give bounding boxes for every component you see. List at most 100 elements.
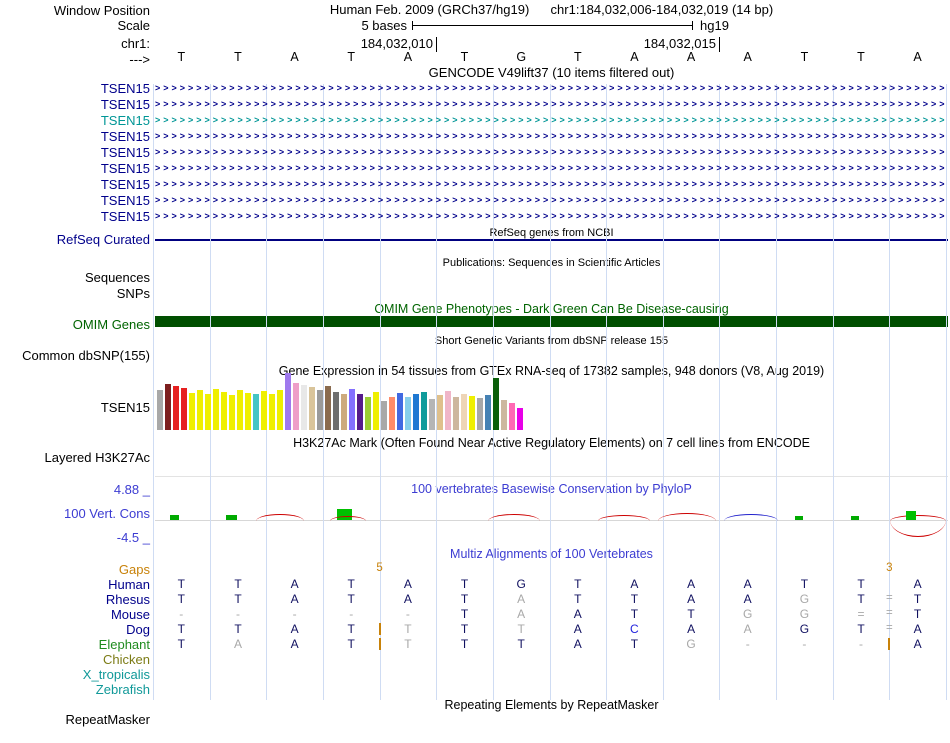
alignment-base: T — [913, 592, 922, 606]
gtex-tissue-bar — [477, 398, 483, 430]
gtex-tissue-bar — [309, 387, 315, 430]
repeatmasker-label[interactable]: RepeatMasker — [0, 712, 150, 727]
gencode-transcript-label[interactable]: TSEN15 — [0, 97, 150, 112]
gencode-transcript-item[interactable]: >>>>>>>>>>>>>>>>>>>>>>>>>>>>>>>>>>>>>>>>… — [155, 131, 948, 141]
alignment-base: - — [236, 607, 240, 621]
gtex-tissue-bar — [421, 392, 427, 430]
phylop-positive-bar — [795, 516, 803, 520]
gtex-tissue-bar — [437, 395, 443, 430]
alignment-base: T — [913, 607, 922, 621]
refseq-curated-label[interactable]: RefSeq Curated — [0, 232, 150, 247]
gencode-transcript-label[interactable]: TSEN15 — [0, 81, 150, 96]
alignment-base: A — [913, 637, 922, 651]
gtex-tissue-bar — [509, 403, 515, 430]
alignment-base: T — [517, 622, 525, 636]
assembly-title: Human Feb. 2009 (GRCh37/hg19) — [329, 2, 530, 17]
gtex-tissue-bar — [221, 392, 227, 430]
multiz-species-label[interactable]: Zebrafish — [0, 682, 150, 697]
gtex-tissue-bar — [181, 388, 187, 430]
gtex-tissue-bar — [453, 397, 459, 430]
base-letter: A — [630, 50, 639, 64]
insertion-marker — [378, 623, 381, 635]
alignment-base: T — [460, 637, 469, 651]
alignment-base: C — [630, 622, 639, 636]
gencode-transcript-item[interactable]: >>>>>>>>>>>>>>>>>>>>>>>>>>>>>>>>>>>>>>>>… — [155, 147, 948, 157]
phylop-title: 100 vertebrates Basewise Conservation by… — [411, 482, 692, 496]
gtex-tissue-bar — [461, 394, 467, 430]
gencode-transcript-item[interactable]: >>>>>>>>>>>>>>>>>>>>>>>>>>>>>>>>>>>>>>>>… — [155, 115, 948, 125]
base-gridline — [662, 84, 664, 700]
multiz-species-label[interactable]: Human — [0, 577, 150, 592]
alignment-base: A — [687, 622, 696, 636]
alignment-base: - — [405, 607, 410, 621]
gencode-transcript-item[interactable]: >>>>>>>>>>>>>>>>>>>>>>>>>>>>>>>>>>>>>>>>… — [155, 195, 948, 205]
phylop-positive-bar — [851, 516, 859, 520]
snps-label[interactable]: SNPs — [0, 286, 150, 301]
alignment-base: G — [799, 622, 810, 636]
sequences-label[interactable]: Sequences — [0, 270, 150, 285]
alignment-base: - — [179, 607, 184, 621]
multiz-species-label[interactable]: Chicken — [0, 652, 150, 667]
gencode-transcript-label[interactable]: TSEN15 — [0, 113, 150, 128]
dbsnp-label[interactable]: Common dbSNP(155) — [0, 348, 150, 363]
alignment-base: = — [857, 607, 865, 621]
alignment-base: A — [743, 577, 752, 591]
base-gridline — [946, 84, 947, 700]
phylop-track-label[interactable]: 100 Vert. Cons — [0, 506, 150, 521]
alignment-base: T — [687, 607, 695, 621]
gtex-gene-label[interactable]: TSEN15 — [0, 400, 150, 415]
base-letter: A — [743, 50, 752, 64]
alignment-base: T — [177, 637, 185, 651]
gtex-tissue-bar — [165, 384, 171, 430]
gencode-transcript-item[interactable]: >>>>>>>>>>>>>>>>>>>>>>>>>>>>>>>>>>>>>>>>… — [155, 83, 948, 93]
base-letter: T — [460, 50, 469, 64]
gencode-transcript-label[interactable]: TSEN15 — [0, 193, 150, 208]
gtex-tissue-bar — [277, 390, 283, 430]
gencode-transcript-item[interactable]: >>>>>>>>>>>>>>>>>>>>>>>>>>>>>>>>>>>>>>>>… — [155, 211, 948, 221]
phylop-arc-up — [330, 516, 366, 521]
base-gridline — [209, 84, 211, 700]
base-gridline — [832, 84, 834, 700]
gencode-transcript-item[interactable]: >>>>>>>>>>>>>>>>>>>>>>>>>>>>>>>>>>>>>>>>… — [155, 99, 948, 109]
alignment-base: T — [517, 637, 525, 651]
alignment-base: A — [573, 607, 582, 621]
gencode-transcript-label[interactable]: TSEN15 — [0, 145, 150, 160]
multiz-species-label[interactable]: Mouse — [0, 607, 150, 622]
gencode-transcript-item[interactable]: >>>>>>>>>>>>>>>>>>>>>>>>>>>>>>>>>>>>>>>>… — [155, 163, 948, 173]
gencode-transcript-label[interactable]: TSEN15 — [0, 129, 150, 144]
scale-value: 5 bases — [361, 18, 407, 33]
gtex-tissue-bar — [493, 378, 499, 430]
refseq-gene-item[interactable] — [155, 239, 948, 241]
alignment-base: A — [290, 622, 299, 636]
alignment-base: - — [292, 607, 297, 621]
alignment-gap: = — [885, 622, 893, 634]
gtex-tissue-bar — [501, 400, 507, 430]
gtex-tissue-bar — [397, 393, 403, 430]
alignment-base: A — [743, 592, 752, 606]
multiz-species-label[interactable]: Elephant — [0, 637, 150, 652]
alignment-base: A — [687, 577, 696, 591]
gtex-tissue-bar — [357, 394, 363, 430]
alignment-base: A — [290, 592, 299, 606]
alignment-base: A — [630, 577, 639, 591]
multiz-species-label[interactable]: X_tropicalis — [0, 667, 150, 682]
gencode-transcript-label[interactable]: TSEN15 — [0, 161, 150, 176]
base-letter: A — [403, 50, 413, 64]
multiz-species-label[interactable]: Dog — [0, 622, 150, 637]
alignment-base: A — [573, 637, 582, 651]
scale-label: Scale — [117, 18, 150, 33]
alignment-base: T — [404, 622, 412, 636]
omim-gene-item[interactable] — [155, 316, 948, 327]
alignment-base: G — [686, 637, 696, 651]
gencode-transcript-item[interactable]: >>>>>>>>>>>>>>>>>>>>>>>>>>>>>>>>>>>>>>>>… — [155, 179, 948, 189]
h3k27ac-label[interactable]: Layered H3K27Ac — [0, 450, 150, 465]
multiz-species-label[interactable]: Gaps — [0, 562, 150, 577]
omim-genes-label[interactable]: OMIM Genes — [0, 317, 150, 332]
repeatmasker-title: Repeating Elements by RepeatMasker — [444, 698, 659, 712]
multiz-species-label[interactable]: Rhesus — [0, 592, 150, 607]
gtex-tissue-bar — [365, 397, 371, 430]
gencode-transcript-label[interactable]: TSEN15 — [0, 177, 150, 192]
base-gridline — [153, 84, 154, 700]
base-gridline — [436, 84, 438, 700]
gencode-transcript-label[interactable]: TSEN15 — [0, 209, 150, 224]
